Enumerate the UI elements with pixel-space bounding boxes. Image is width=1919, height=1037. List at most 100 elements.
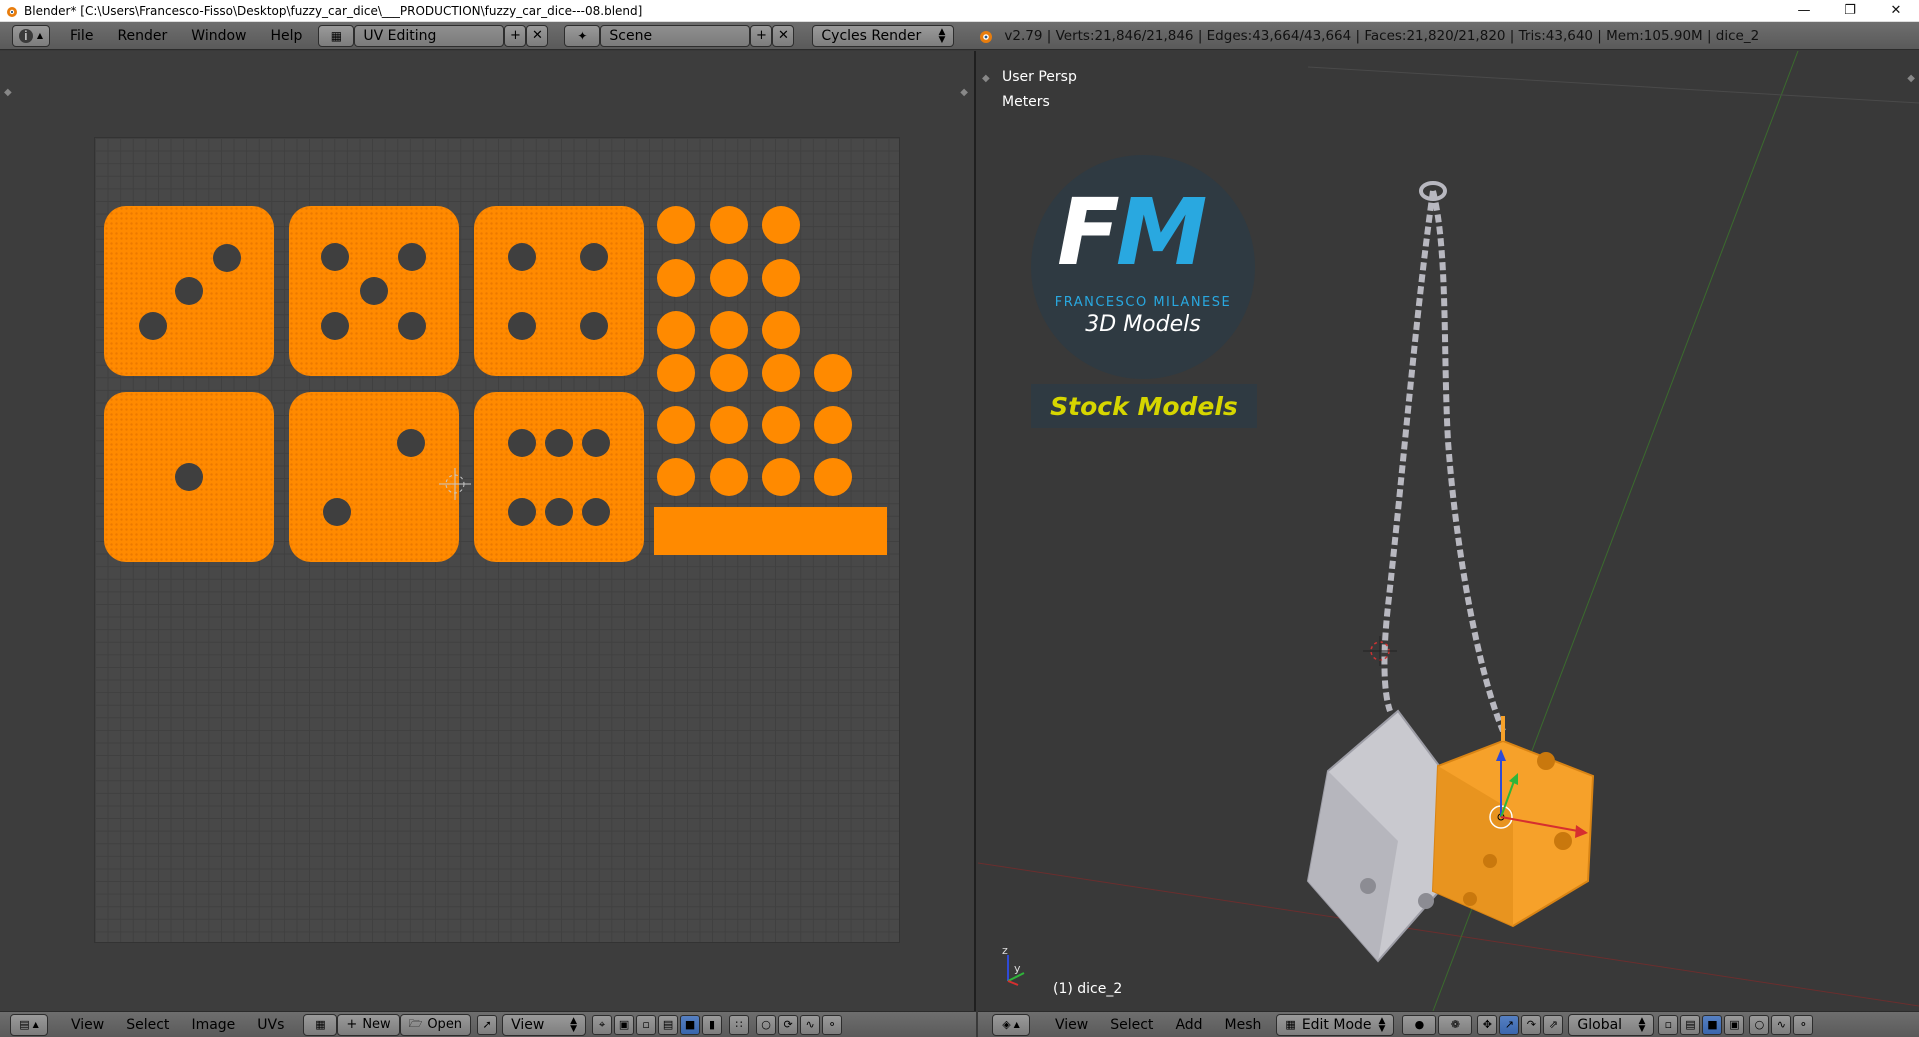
snap-element-icon[interactable]: ⚬ — [822, 1014, 843, 1035]
uv-island-pip[interactable] — [657, 206, 695, 244]
pip-hole — [398, 243, 426, 271]
image-browse-button[interactable]: ▦ — [303, 1013, 338, 1036]
viewport-menu-mesh[interactable]: Mesh — [1214, 1017, 1273, 1033]
window-title: Blender* [C:\Users\Francesco-Fisso\Deskt… — [24, 3, 643, 18]
open-image-button[interactable]: 🗁 Open — [399, 1013, 472, 1036]
viewport-menu-add[interactable]: Add — [1164, 1017, 1213, 1033]
uv-island-face-4[interactable] — [474, 206, 644, 376]
limit-selection-icon[interactable]: ▣ — [1724, 1014, 1745, 1035]
uv-editor-type-button[interactable]: ▤ ▲ — [10, 1013, 48, 1036]
uv-grid-canvas[interactable] — [94, 137, 900, 943]
uv-island-pip[interactable] — [814, 354, 852, 392]
proportional-edit-icon[interactable]: ○ — [1749, 1014, 1770, 1035]
uv-island-pip[interactable] — [657, 311, 695, 349]
scale-manipulator-icon[interactable]: ⇗ — [1543, 1014, 1564, 1035]
snap-element-icon[interactable]: ⚬ — [1793, 1014, 1814, 1035]
menu-help[interactable]: Help — [258, 28, 314, 44]
pivot-center-icon[interactable]: ❁ — [1438, 1014, 1473, 1035]
pip-hole — [508, 312, 536, 340]
mode-dropdown[interactable]: ▦ Edit Mode ▲ ▼ — [1276, 1013, 1395, 1036]
menu-render[interactable]: Render — [105, 28, 179, 44]
uv-island-pip[interactable] — [710, 311, 748, 349]
viewport-shading-icon[interactable]: ● — [1402, 1014, 1437, 1035]
pivot-point-icon[interactable]: ○ — [756, 1014, 777, 1035]
menu-window[interactable]: Window — [179, 28, 258, 44]
editor-type-button[interactable]: i ▲ — [12, 24, 50, 47]
rotate-manipulator-icon[interactable]: ↷ — [1521, 1014, 1542, 1035]
scene-field[interactable]: Scene — [600, 24, 751, 47]
uv-island-pip[interactable] — [710, 354, 748, 392]
uv-island-pip[interactable] — [762, 406, 800, 444]
uv-menu-uvs[interactable]: UVs — [246, 1017, 295, 1033]
scene-browse-button[interactable]: ✦ — [564, 24, 601, 47]
pip-hole — [580, 243, 608, 271]
snap-icon[interactable]: ∿ — [1771, 1014, 1792, 1035]
uv-island-pip[interactable] — [762, 311, 800, 349]
uv-island-face-3[interactable] — [104, 206, 274, 376]
viewport-editor-type-button[interactable]: ◈ ▲ — [992, 1013, 1030, 1036]
select-mode-icon[interactable]: ▣ — [614, 1014, 635, 1035]
viewport-menu-select[interactable]: Select — [1099, 1017, 1164, 1033]
screen-layout-browse-button[interactable]: ▦ — [318, 24, 355, 47]
uv-island-pip[interactable] — [710, 206, 748, 244]
view-mode-dropdown[interactable]: View ▲ ▼ — [502, 1013, 587, 1036]
screen-layout-field[interactable]: UV Editing — [354, 24, 505, 47]
snap-icon[interactable]: ∿ — [800, 1014, 821, 1035]
viewport-menu-view[interactable]: View — [1044, 1017, 1099, 1033]
face-select-icon[interactable]: ■ — [1702, 1014, 1723, 1035]
restore-button[interactable]: ❐ — [1827, 0, 1873, 22]
sync-selection-icon[interactable]: ⌖ — [592, 1014, 613, 1035]
uv-menu-view[interactable]: View — [60, 1017, 115, 1033]
vertex-select-icon[interactable]: ▫ — [1658, 1014, 1679, 1035]
edge-select-icon[interactable]: ▤ — [1680, 1014, 1701, 1035]
uv-island-face-6[interactable] — [474, 392, 644, 562]
island-select-icon[interactable]: ▮ — [702, 1014, 723, 1035]
menu-file[interactable]: File — [58, 28, 105, 44]
uv-island-face-2[interactable] — [289, 392, 459, 562]
vertex-select-icon[interactable]: ▫ — [636, 1014, 657, 1035]
region-toggle-right[interactable]: ◆ — [960, 87, 968, 98]
edge-select-icon[interactable]: ▤ — [658, 1014, 679, 1035]
uv-menu-select[interactable]: Select — [115, 1017, 180, 1033]
uv-island-pip[interactable] — [762, 354, 800, 392]
uv-island-pip[interactable] — [762, 259, 800, 297]
uv-2d-cursor-icon[interactable] — [435, 464, 475, 504]
region-toggle-left[interactable]: ◆ — [4, 87, 12, 98]
proportional-edit-icon[interactable]: ⟳ — [778, 1014, 799, 1035]
sticky-selection-icon[interactable]: ∷ — [729, 1014, 750, 1035]
uv-island-pip[interactable] — [814, 406, 852, 444]
uv-island-pip[interactable] — [710, 406, 748, 444]
chevron-updown-icon: ▲ — [1013, 1020, 1020, 1029]
uv-island-face-1[interactable] — [104, 392, 274, 562]
minimize-button[interactable]: — — [1781, 0, 1827, 22]
new-image-button[interactable]: + New — [337, 1013, 400, 1036]
uv-island-pip[interactable] — [814, 458, 852, 496]
uv-island-pip[interactable] — [762, 206, 800, 244]
delete-scene-button[interactable]: ✕ — [772, 24, 795, 47]
uv-island-face-5[interactable] — [289, 206, 459, 376]
uv-menu-image[interactable]: Image — [180, 1017, 246, 1033]
uv-island-pip[interactable] — [657, 458, 695, 496]
render-engine-value: Cycles Render — [821, 27, 922, 44]
3d-viewport[interactable]: ◆ ◆ User Persp Meters FM FRANCESCO MILAN… — [978, 51, 1919, 1011]
edit-mode-icon: ▦ — [1285, 1018, 1296, 1031]
add-scene-button[interactable]: + — [750, 24, 773, 47]
face-select-icon[interactable]: ■ — [680, 1014, 701, 1035]
uv-island-pip[interactable] — [657, 406, 695, 444]
uv-island-strip[interactable] — [654, 507, 887, 555]
add-screen-button[interactable]: + — [504, 24, 527, 47]
pin-icon[interactable]: ➚ — [477, 1014, 498, 1035]
uv-island-pip[interactable] — [657, 354, 695, 392]
uv-island-pip[interactable] — [762, 458, 800, 496]
new-image-label: New — [362, 1017, 391, 1032]
uv-island-pip[interactable] — [657, 259, 695, 297]
uv-image-editor[interactable]: ◆ ◆ — [0, 51, 976, 1011]
translate-manipulator-icon[interactable]: ↗ — [1499, 1014, 1520, 1035]
render-engine-dropdown[interactable]: Cycles Render ▲ ▼ — [812, 24, 955, 47]
manipulator-toggle-icon[interactable]: ✥ — [1477, 1014, 1498, 1035]
transform-orientation-dropdown[interactable]: Global ▲ ▼ — [1568, 1013, 1655, 1036]
uv-island-pip[interactable] — [710, 259, 748, 297]
close-button[interactable]: ✕ — [1873, 0, 1919, 22]
delete-screen-button[interactable]: ✕ — [526, 24, 549, 47]
uv-island-pip[interactable] — [710, 458, 748, 496]
